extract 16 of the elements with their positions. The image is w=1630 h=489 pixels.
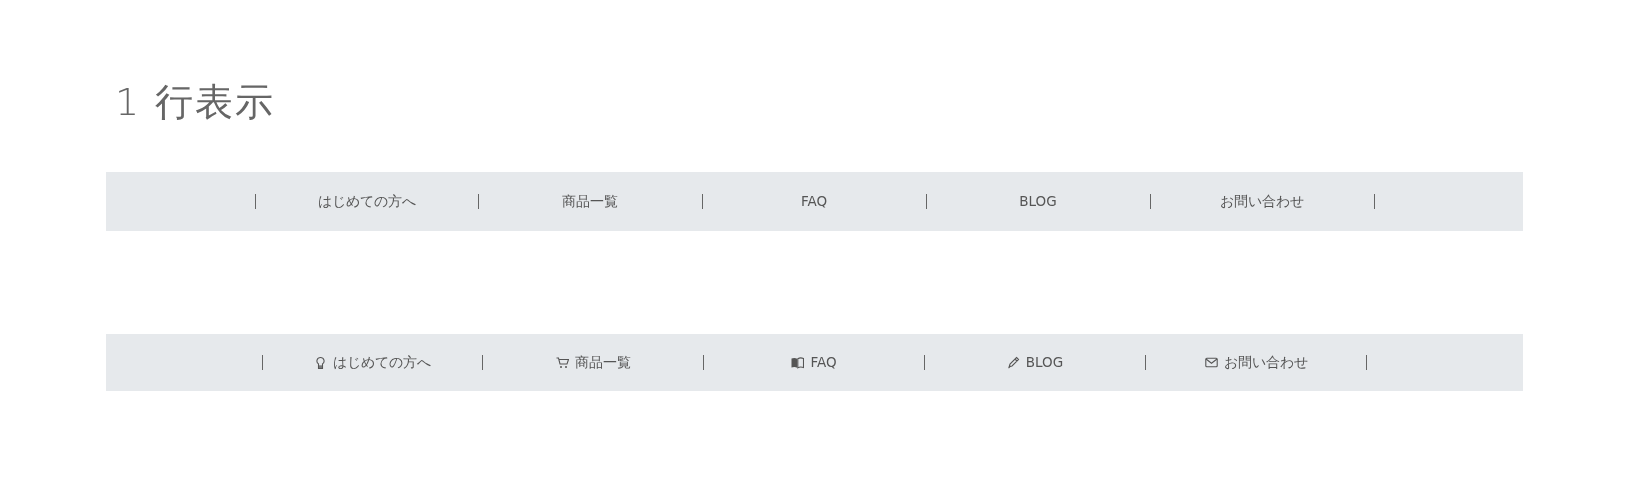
nav-link[interactable]: BLOG: [926, 193, 1151, 209]
nav-link[interactable]: FAQ: [702, 193, 927, 209]
nav-link[interactable]: はじめての方へ: [262, 354, 483, 370]
nav-link[interactable]: はじめての方へ: [254, 193, 479, 209]
nav-link[interactable]: 商品一覧: [483, 354, 704, 370]
cart-icon: [555, 355, 569, 369]
nav-link[interactable]: FAQ: [704, 354, 925, 370]
page-heading: 1 行表示: [115, 80, 277, 126]
envelope-icon: [1204, 355, 1218, 369]
nav-link[interactable]: お問い合わせ: [1146, 354, 1367, 370]
nav-link[interactable]: BLOG: [925, 354, 1146, 370]
pen-icon: [1006, 355, 1020, 369]
lightbulb-icon: [314, 355, 327, 369]
nav-link[interactable]: お問い合わせ: [1150, 193, 1375, 209]
book-icon: [791, 355, 805, 369]
nav-link[interactable]: 商品一覧: [478, 193, 703, 209]
